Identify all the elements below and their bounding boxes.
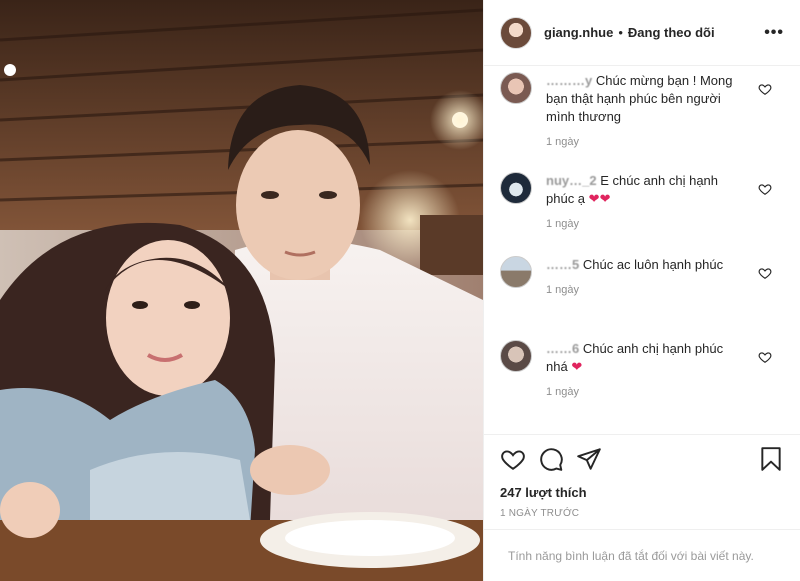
comment-time[interactable]: 1 ngày [546, 136, 746, 148]
heart-icon[interactable] [500, 446, 526, 472]
comment-item: ……6 Chúc anh chị hạnh phúc nhá ❤ 1 ngày [500, 340, 784, 398]
author-avatar[interactable] [500, 16, 532, 49]
post-actions: 247 lượt thích 1 NGÀY TRƯỚC [484, 434, 800, 529]
comment-text: Chúc ac luôn hạnh phúc [582, 257, 724, 272]
comment-like-heart-icon[interactable] [758, 82, 772, 96]
heart-emoji: ❤❤ [588, 191, 611, 206]
comment-like-heart-icon[interactable] [758, 350, 772, 364]
comments-list[interactable]: ………y Chúc mừng bạn ! Mong bạn thật hạnh … [484, 66, 800, 434]
comment-like-heart-icon[interactable] [758, 182, 772, 196]
commenter-avatar[interactable] [500, 72, 532, 104]
share-icon[interactable] [576, 446, 602, 472]
commenter-username[interactable]: ……5 [546, 257, 579, 272]
comment-item: nuy…_2 E chúc anh chị hạnh phúc ạ ❤❤ 1 n… [500, 172, 784, 230]
commenter-avatar[interactable] [500, 256, 532, 288]
action-icons-row [500, 445, 784, 473]
post-header: giang.nhue • Đang theo dõi ••• [484, 0, 800, 66]
commenter-username[interactable]: nuy…_2 [546, 173, 597, 188]
comment-item: ………y Chúc mừng bạn ! Mong bạn thật hạnh … [500, 72, 784, 148]
comment-time[interactable]: 1 ngày [546, 284, 746, 296]
comment-icon[interactable] [538, 446, 564, 472]
comment-time[interactable]: 1 ngày [546, 386, 746, 398]
separator-dot: • [618, 25, 623, 40]
comment-time[interactable]: 1 ngày [546, 218, 746, 230]
commenter-avatar[interactable] [500, 340, 532, 372]
commenter-avatar[interactable] [500, 172, 532, 204]
heart-emoji: ❤ [571, 359, 583, 374]
commenter-username[interactable]: ……6 [546, 341, 579, 356]
comments-disabled-notice: Tính năng bình luận đã tắt đối với bài v… [484, 529, 800, 581]
comment-like-heart-icon[interactable] [758, 266, 772, 280]
comment-text-wrap: ……6 Chúc anh chị hạnh phúc nhá ❤ [546, 340, 746, 376]
comment-text-wrap: nuy…_2 E chúc anh chị hạnh phúc ạ ❤❤ [546, 172, 746, 208]
comment-item: ……5 Chúc ac luôn hạnh phúc 1 ngày [500, 256, 784, 296]
commenter-username[interactable]: ………y [546, 73, 592, 88]
post-photo [0, 0, 483, 581]
bookmark-icon[interactable] [758, 446, 784, 472]
comment-text-wrap: ………y Chúc mừng bạn ! Mong bạn thật hạnh … [546, 72, 746, 126]
post-side-panel: giang.nhue • Đang theo dõi ••• ………y Chúc… [483, 0, 800, 581]
photo-illustration [0, 0, 483, 581]
follow-status[interactable]: Đang theo dõi [628, 25, 715, 40]
author-username[interactable]: giang.nhue [544, 25, 613, 40]
posted-time[interactable]: 1 NGÀY TRƯỚC [500, 508, 784, 519]
more-options-button[interactable]: ••• [764, 24, 784, 42]
comment-text-wrap: ……5 Chúc ac luôn hạnh phúc [546, 256, 746, 274]
likes-count[interactable]: 247 lượt thích [500, 485, 784, 500]
